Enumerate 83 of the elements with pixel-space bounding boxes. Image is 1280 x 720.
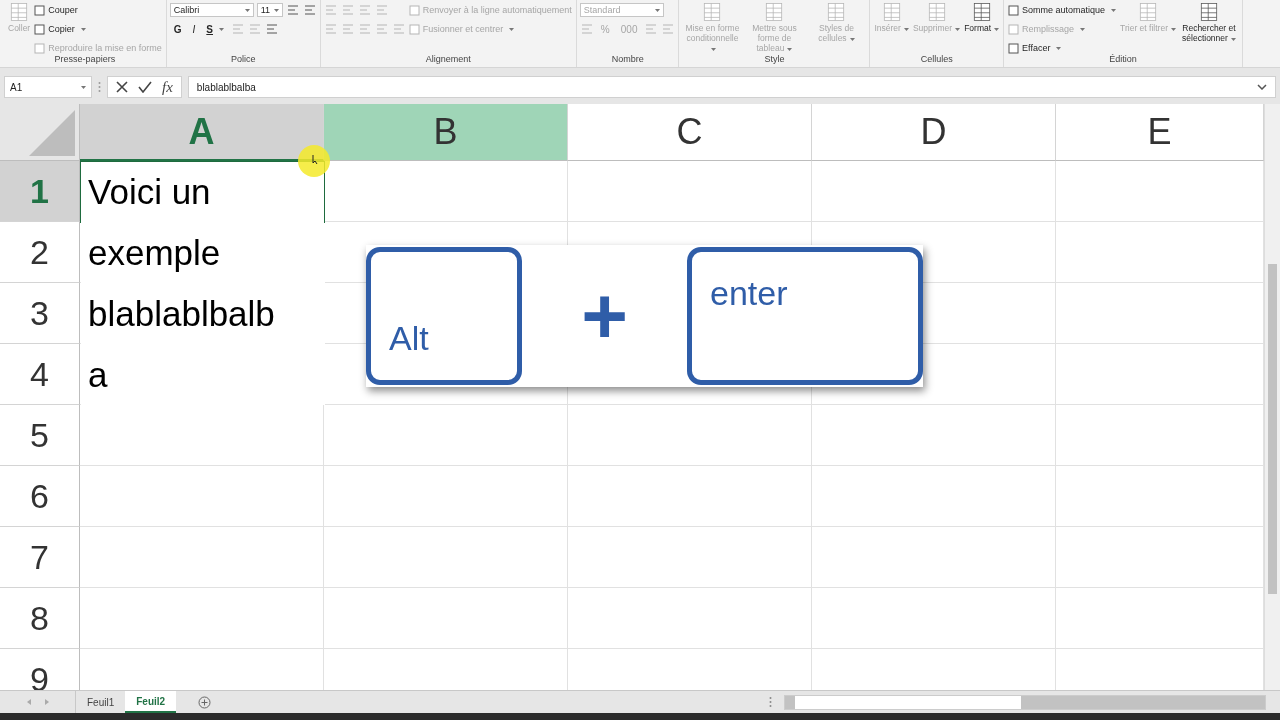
square-icon bbox=[34, 42, 46, 54]
grid-cell[interactable] bbox=[812, 405, 1056, 466]
square-icon bbox=[34, 4, 46, 16]
row-header[interactable]: 6 bbox=[0, 466, 80, 527]
grid-cell[interactable] bbox=[568, 161, 812, 222]
horizontal-scrollbar[interactable] bbox=[784, 694, 1266, 710]
lines-icon[interactable] bbox=[285, 4, 300, 16]
grid-cell[interactable] bbox=[812, 527, 1056, 588]
grid-cell[interactable] bbox=[324, 588, 568, 649]
name-box[interactable]: A1 bbox=[4, 76, 92, 98]
grid-cell[interactable] bbox=[324, 405, 568, 466]
grip-icon[interactable] bbox=[769, 696, 772, 708]
grid-cell[interactable] bbox=[568, 466, 812, 527]
square-icon bbox=[1008, 23, 1020, 35]
lines-icon[interactable] bbox=[265, 23, 279, 35]
grid-cell[interactable] bbox=[80, 466, 324, 527]
add-sheet-icon[interactable] bbox=[198, 695, 212, 709]
caret-icon bbox=[273, 8, 279, 12]
keyboard-key: Alt bbox=[366, 247, 522, 385]
square-icon bbox=[408, 23, 420, 35]
grid-cell[interactable] bbox=[324, 527, 568, 588]
row-header[interactable]: 1 bbox=[0, 161, 80, 222]
caret-icon bbox=[654, 8, 660, 12]
square-icon bbox=[1008, 42, 1020, 54]
row-header[interactable]: 7 bbox=[0, 527, 80, 588]
underline-button[interactable]: S bbox=[202, 22, 228, 36]
caret-icon bbox=[81, 85, 86, 89]
group-label: Édition bbox=[1108, 53, 1138, 66]
grid-cell[interactable] bbox=[812, 466, 1056, 527]
formula-field[interactable]: blablablbalba bbox=[187, 76, 1276, 98]
lines-icon[interactable] bbox=[302, 4, 317, 16]
bold-button[interactable]: G bbox=[169, 22, 186, 36]
close-icon[interactable] bbox=[116, 81, 128, 93]
scroll-right-icon[interactable] bbox=[44, 699, 49, 705]
group-label: Presse-papiers bbox=[53, 53, 117, 66]
ribbon-button[interactable]: Effacer bbox=[1007, 41, 1063, 55]
column-header[interactable]: E bbox=[1056, 104, 1264, 161]
grid-cell[interactable] bbox=[568, 588, 812, 649]
group-label: Cellules bbox=[919, 53, 954, 66]
row-header[interactable]: 5 bbox=[0, 405, 80, 466]
row-header[interactable]: 2 bbox=[0, 222, 80, 283]
grid-cell[interactable] bbox=[812, 588, 1056, 649]
square-icon bbox=[408, 4, 420, 16]
square-icon bbox=[1008, 4, 1020, 16]
grid-cell[interactable] bbox=[324, 466, 568, 527]
group-label: Alignement bbox=[424, 53, 472, 66]
caret-icon bbox=[244, 8, 250, 12]
row-header[interactable]: 8 bbox=[0, 588, 80, 649]
italic-button[interactable]: I bbox=[188, 22, 200, 36]
group-label: Nombre bbox=[610, 53, 645, 66]
ribbon-button[interactable]: Couper bbox=[33, 3, 79, 17]
grid-cell[interactable] bbox=[568, 405, 812, 466]
cursor-highlight-icon bbox=[297, 144, 331, 178]
chevron-down-icon[interactable] bbox=[1257, 84, 1267, 90]
select-all-triangle-icon[interactable] bbox=[27, 108, 77, 158]
square-icon bbox=[34, 23, 46, 35]
ribbon-button[interactable]: Format bbox=[963, 2, 1001, 34]
sheet-tab[interactable]: Feuil1 bbox=[76, 691, 126, 713]
grid-cell[interactable] bbox=[80, 527, 324, 588]
column-header[interactable]: C bbox=[568, 104, 812, 161]
row-header[interactable]: 4 bbox=[0, 344, 80, 405]
grip-icon bbox=[98, 81, 101, 93]
dropdown-field[interactable]: Calibri bbox=[169, 3, 254, 17]
column-header[interactable]: D bbox=[812, 104, 1056, 161]
keyboard-key: enter bbox=[687, 247, 923, 385]
group-label: Style bbox=[763, 53, 786, 66]
column-header[interactable]: B bbox=[324, 104, 568, 161]
group-label: Police bbox=[230, 53, 257, 66]
checkmark-icon[interactable] bbox=[138, 81, 152, 93]
ribbon-button[interactable]: Somme automatique bbox=[1007, 3, 1118, 17]
column-header[interactable]: A bbox=[80, 104, 324, 161]
row-header[interactable]: 3 bbox=[0, 283, 80, 344]
scroll-left-icon[interactable] bbox=[26, 699, 31, 705]
vertical-scrollbar[interactable] bbox=[1264, 104, 1280, 690]
ribbon-button[interactable]: Rechercher et sélectionner bbox=[1178, 2, 1239, 44]
grid-cell[interactable] bbox=[812, 161, 1056, 222]
insert-function-button[interactable]: fx bbox=[162, 78, 173, 96]
ribbon-button[interactable]: Copier bbox=[33, 22, 87, 36]
grid-cell[interactable] bbox=[80, 588, 324, 649]
dropdown-field[interactable]: 11 bbox=[256, 3, 283, 17]
plus-sign: + bbox=[581, 276, 628, 356]
sheet-tab[interactable]: Feuil2 bbox=[125, 691, 177, 713]
grid-cell[interactable] bbox=[568, 527, 812, 588]
